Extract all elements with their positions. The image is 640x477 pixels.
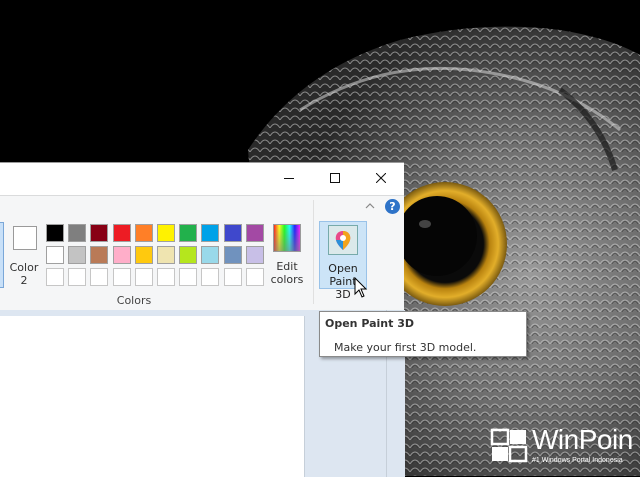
- color-swatch[interactable]: [46, 246, 64, 264]
- close-button[interactable]: [358, 163, 404, 193]
- custom-color-slot[interactable]: [179, 268, 198, 286]
- open-paint-3d-tooltip: Open Paint 3D Make your first 3D model.: [319, 311, 527, 357]
- color-swatch[interactable]: [223, 246, 242, 264]
- color-swatch[interactable]: [68, 246, 87, 264]
- home-ribbon: ? Color 2 Edit colors Colors Open Paint …: [0, 195, 404, 311]
- drawing-canvas[interactable]: [0, 316, 305, 477]
- maximize-icon: [330, 173, 340, 183]
- color-2-label: Color 2: [9, 261, 39, 287]
- color-swatch[interactable]: [223, 224, 242, 242]
- color-swatch[interactable]: [157, 224, 175, 242]
- color-swatch[interactable]: [245, 224, 264, 242]
- color-swatch[interactable]: [46, 224, 64, 242]
- color-swatch[interactable]: [90, 246, 109, 264]
- color-spectrum-icon: [273, 224, 301, 252]
- color-swatch[interactable]: [112, 224, 131, 242]
- color-swatch[interactable]: [134, 246, 153, 264]
- custom-color-slot[interactable]: [68, 268, 87, 286]
- minimize-icon: [284, 178, 294, 179]
- color-swatch[interactable]: [245, 246, 264, 264]
- color-swatch[interactable]: [134, 224, 153, 242]
- color-swatch[interactable]: [179, 246, 198, 264]
- color-swatch[interactable]: [201, 224, 220, 242]
- color-2-button[interactable]: Color 2: [6, 222, 42, 288]
- tooltip-description: Make your first 3D model.: [334, 341, 477, 354]
- maximize-button[interactable]: [312, 163, 358, 193]
- minimize-button[interactable]: [266, 163, 312, 193]
- custom-color-slot[interactable]: [157, 268, 175, 286]
- help-button[interactable]: ?: [385, 199, 400, 214]
- colors-group-label: Colors: [116, 294, 152, 307]
- color-2-swatch: [13, 226, 37, 250]
- collapse-ribbon-button[interactable]: [363, 200, 377, 214]
- color-swatch[interactable]: [201, 246, 220, 264]
- color-swatch[interactable]: [157, 246, 175, 264]
- watermark-brand: WinPoin: [532, 424, 633, 455]
- winpoin-logo-icon: [490, 428, 528, 463]
- watermark-tagline: #1 Windows Portal Indonesia: [532, 457, 623, 464]
- edit-colors-button[interactable]: Edit colors: [268, 222, 306, 288]
- group-separator: [313, 200, 314, 304]
- custom-color-slot[interactable]: [134, 268, 153, 286]
- color-swatch[interactable]: [68, 224, 87, 242]
- color-swatch[interactable]: [112, 246, 131, 264]
- custom-color-slot[interactable]: [46, 268, 64, 286]
- chevron-up-icon: [365, 203, 375, 209]
- custom-color-slot[interactable]: [90, 268, 109, 286]
- custom-color-slot[interactable]: [201, 268, 220, 286]
- paint-3d-icon: [328, 225, 358, 255]
- custom-color-slot[interactable]: [223, 268, 242, 286]
- custom-color-slot[interactable]: [112, 268, 131, 286]
- close-icon: [376, 173, 386, 183]
- mouse-pointer-icon: [354, 277, 368, 298]
- color-swatch[interactable]: [90, 224, 109, 242]
- custom-color-slot[interactable]: [245, 268, 264, 286]
- tooltip-title: Open Paint 3D: [325, 317, 415, 330]
- edit-colors-label: Edit colors: [270, 260, 304, 286]
- title-bar: [0, 163, 404, 195]
- color-1-button-edge[interactable]: [0, 222, 4, 288]
- color-swatch[interactable]: [179, 224, 198, 242]
- winpoin-watermark: WinPoin #1 Windows Portal Indonesia: [490, 424, 640, 476]
